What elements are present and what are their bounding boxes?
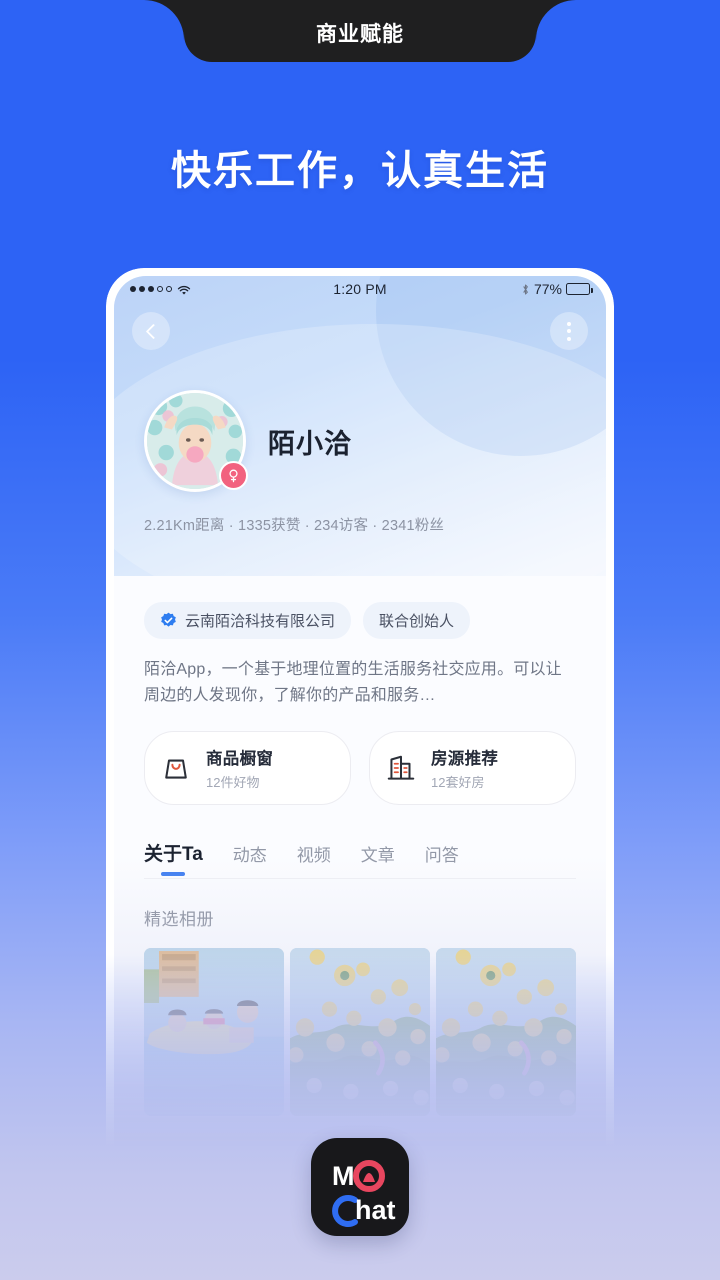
female-gender-icon [219,461,248,490]
logo-letters-hat: hat [355,1195,396,1225]
album-photo-3[interactable] [436,947,576,1116]
shop-showcase-title: 商品橱窗 [206,749,274,768]
logo-letter-c [332,1195,358,1227]
logo-o-inner [363,1173,375,1182]
entry-cards: 商品橱窗 12件好物 房源推荐 12套好房 [144,709,576,805]
profile-stats: 2.21Km距离 · 1335获赞 · 234访客 · 2341粉丝 [144,518,445,534]
notch-title: 商业赋能 [316,23,404,46]
tab-article[interactable]: 文章 [361,841,395,878]
chevron-left-icon [145,323,161,339]
tab-about[interactable]: 关于Ta [144,839,203,878]
house-recommend-card[interactable]: 房源推荐 12套好房 [369,730,576,805]
headline-text: 快乐工作，认真生活 [171,149,549,193]
phone-screen: 1:20 PM 77% 陌小洽 2.21Km距离 · 1335获赞 · 234访… [114,276,606,1148]
status-bar-time: 1:20 PM [333,281,387,297]
profile-tag-row: 云南陌洽科技有限公司 联合创始人 [144,576,576,639]
shop-showcase-subtitle: 12件好物 [206,774,260,790]
building-icon [384,751,418,785]
app-logo: M hat [311,1138,409,1236]
house-recommend-title: 房源推荐 [431,749,499,768]
album-photo-2[interactable] [290,947,430,1116]
more-vertical-icon [567,321,571,341]
role-tag[interactable]: 联合创始人 [363,602,471,639]
profile-name: 陌小洽 [268,428,352,459]
battery-icon [566,283,593,295]
profile-nav-row [114,302,606,350]
house-recommend-subtitle: 12套好房 [431,774,485,790]
shopping-bag-icon [159,751,193,785]
profile-body: 云南陌洽科技有限公司 联合创始人 陌洽App，一个基于地理位置的生活服务社交应用… [114,576,606,1116]
profile-identity: 陌小洽 [114,350,606,492]
tab-feed[interactable]: 动态 [233,841,267,878]
profile-tabs: 关于Ta 动态 视频 文章 问答 [144,805,576,879]
profile-header: 1:20 PM 77% 陌小洽 2.21Km距离 · 1335获赞 · 234访… [114,276,606,576]
notch-ear-right [536,0,576,40]
logo-letter-m: M [332,1161,355,1191]
profile-bio: 陌洽App，一个基于地理位置的生活服务社交应用。可以让周边的人发现你，了解你的产… [144,661,562,704]
back-button[interactable] [132,312,170,350]
album-section-title: 精选相册 [144,909,214,929]
tab-qa[interactable]: 问答 [425,841,459,878]
house-recommend-text: 房源推荐 12套好房 [431,745,498,791]
avatar-wrapper[interactable] [144,390,248,492]
phone-mockup: 1:20 PM 77% 陌小洽 2.21Km距离 · 1335获赞 · 234访… [106,268,614,1148]
photo-album-row [144,930,576,1116]
notch-ear-left [144,0,184,40]
company-tag-label: 云南陌洽科技有限公司 [185,613,336,630]
notch-panel: 商业赋能 [184,0,536,62]
shop-showcase-text: 商品橱窗 12件好物 [206,745,273,791]
album-photo-1[interactable] [144,947,284,1116]
role-tag-label: 联合创始人 [379,613,455,630]
top-notch-banner: 商业赋能 [0,0,720,62]
more-menu-button[interactable] [550,312,588,350]
shop-showcase-card[interactable]: 商品橱窗 12件好物 [144,730,351,805]
tab-video[interactable]: 视频 [297,841,331,878]
company-tag[interactable]: 云南陌洽科技有限公司 [144,602,352,639]
verified-badge-icon [160,612,177,629]
status-bar: 1:20 PM 77% [114,276,606,302]
